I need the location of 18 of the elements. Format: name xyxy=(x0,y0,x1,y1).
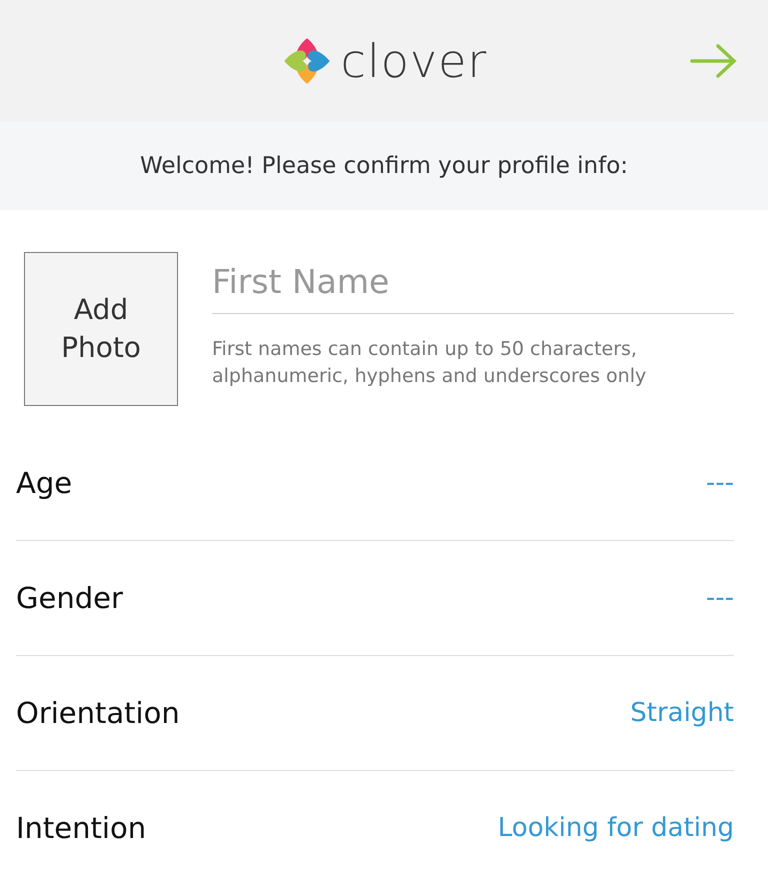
field-label: Age xyxy=(16,466,72,500)
field-value: Straight xyxy=(630,698,734,728)
welcome-text: Welcome! Please confirm your profile info: xyxy=(140,153,628,179)
profile-row[interactable]: Intention Looking for dating xyxy=(16,771,734,885)
field-value: --- xyxy=(706,468,734,498)
first-name-field[interactable]: First Name xyxy=(212,252,734,314)
next-arrow-icon[interactable] xyxy=(690,43,738,79)
field-value: --- xyxy=(706,583,734,613)
profile-row[interactable]: Age --- xyxy=(16,426,734,541)
first-name-hint: First names can contain up to 50 characters, alphanumeric, hyphens and underscores only xyxy=(212,337,648,389)
profile-row[interactable]: Gender --- xyxy=(16,541,734,656)
logo-text: clover xyxy=(340,34,488,88)
field-label: Intention xyxy=(16,811,146,845)
add-photo-button[interactable]: Add Photo xyxy=(24,252,178,406)
profile-row[interactable]: Orientation Straight xyxy=(16,656,734,771)
field-label: Orientation xyxy=(16,696,180,730)
field-label: Gender xyxy=(16,581,123,615)
field-value: Looking for dating xyxy=(498,813,734,843)
